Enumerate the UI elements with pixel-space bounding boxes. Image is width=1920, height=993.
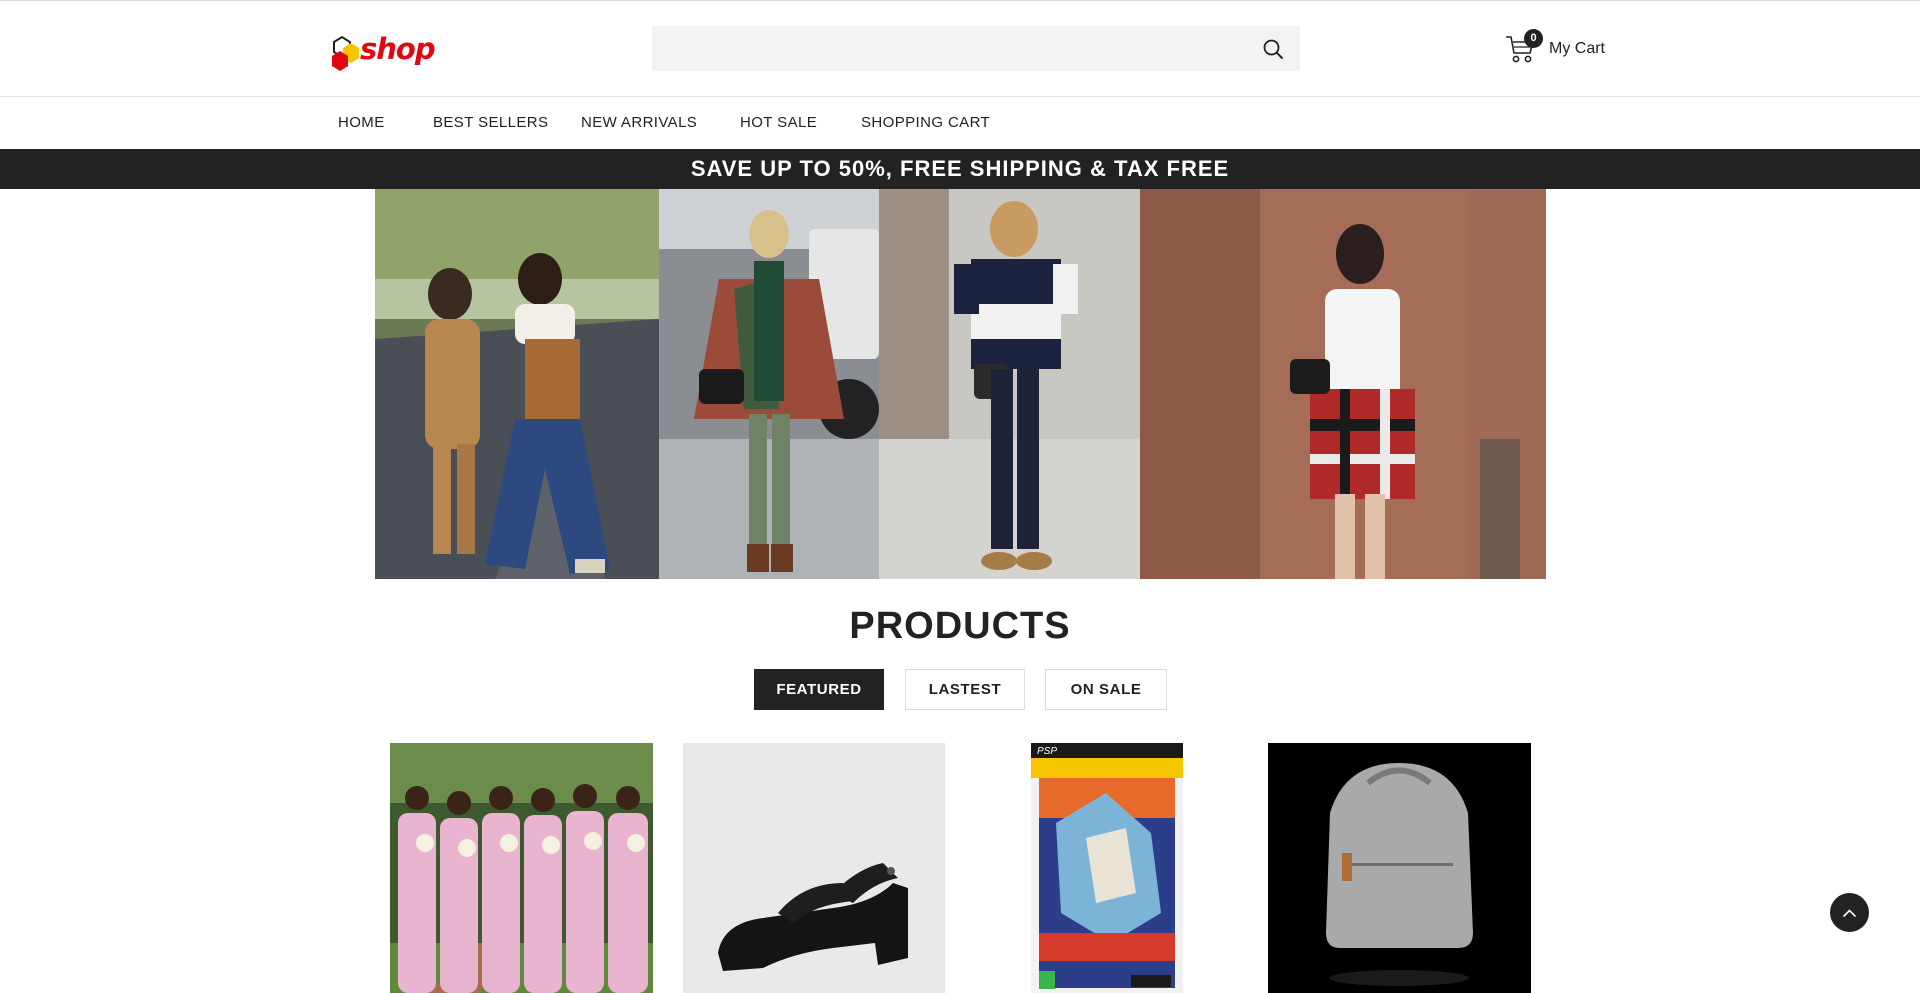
product-image-pink-dresses[interactable]	[390, 743, 653, 993]
product-image-black-sandal[interactable]	[683, 743, 945, 993]
back-to-top-button[interactable]	[1830, 893, 1869, 932]
hero-image-plaid-poncho	[659, 189, 879, 579]
promo-banner: SAVE UP TO 50%, FREE SHIPPING & TAX FREE	[0, 149, 1920, 189]
search-icon[interactable]	[1262, 38, 1284, 60]
nav-item-best-sellers[interactable]: BEST SELLERS	[433, 114, 548, 131]
nav-item-shopping-cart[interactable]: SHOPPING CART	[861, 114, 990, 131]
tab-featured[interactable]: FEATURED	[754, 669, 884, 710]
search-bar	[652, 26, 1300, 71]
cart-button[interactable]: 0 My Cart	[1505, 29, 1615, 67]
main-nav: HOME BEST SELLERS NEW ARRIVALS HOT SALE …	[0, 97, 1920, 149]
nav-item-hot-sale[interactable]: HOT SALE	[740, 114, 817, 131]
hero-image-striped-tee	[879, 189, 1140, 579]
tab-latest[interactable]: LASTEST	[905, 669, 1025, 710]
cart-label: My Cart	[1549, 40, 1605, 57]
site-header: shop 0 My Cart	[0, 0, 1920, 97]
tab-on-sale[interactable]: ON SALE	[1045, 669, 1167, 710]
chevron-up-icon	[1843, 909, 1856, 917]
cart-count-badge: 0	[1524, 29, 1543, 48]
product-image-psp-game[interactable]: PSP	[1031, 743, 1183, 993]
products-section-title: PRODUCTS	[849, 605, 1071, 647]
nav-item-home[interactable]: HOME	[338, 114, 385, 131]
logo-text[interactable]: shop	[360, 32, 436, 66]
hero-image-brick-wall	[1140, 189, 1546, 579]
product-image-grey-backpack[interactable]	[1268, 743, 1531, 993]
search-input[interactable]	[652, 26, 1242, 71]
hero-banner[interactable]	[375, 189, 1546, 579]
svg-text:PSP: PSP	[1037, 746, 1057, 757]
hero-image-street-duo	[375, 189, 659, 579]
nav-item-new-arrivals[interactable]: NEW ARRIVALS	[581, 114, 697, 131]
